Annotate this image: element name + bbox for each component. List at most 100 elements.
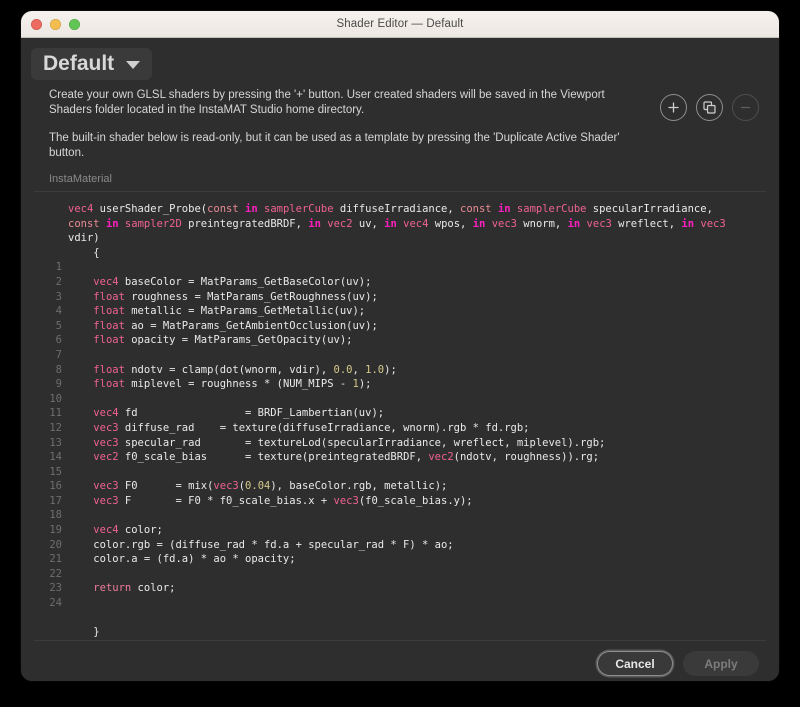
code-token: float [93, 305, 125, 318]
code-token: , [352, 363, 366, 376]
line-number-blank [34, 202, 68, 217]
code-token: in [384, 217, 397, 230]
code-line: } [68, 625, 766, 640]
code-token: vec3 [93, 494, 119, 507]
line-number: 9 [55, 378, 62, 391]
code-token: in [245, 203, 258, 215]
line-number: 16 [49, 480, 62, 493]
code-token: specular_rad = textureLod(specularIrradi… [118, 436, 606, 449]
description-row: Create your own GLSL shaders by pressing… [21, 80, 779, 161]
line-number: 4 [55, 305, 62, 318]
code-token: 0.04 [245, 480, 271, 493]
code-line: vec4 userShader_Probe(const in samplerCu… [68, 202, 766, 217]
code-line: color.rgb = (diffuse_rad * fd.a + specul… [68, 538, 766, 553]
line-number: 5 [55, 319, 62, 332]
code-line: { [68, 246, 766, 261]
line-number: 24 [49, 597, 62, 610]
apply-button[interactable]: Apply [683, 651, 759, 677]
code-line: vec3 diffuse_rad = texture(diffuseIrradi… [68, 421, 766, 436]
code-line: float ao = MatParams_GetAmbientOcclusion… [68, 319, 766, 334]
code-line: const in sampler2D preintegratedBRDF, in… [68, 217, 766, 232]
material-subtitle: InstaMaterial [49, 173, 112, 185]
code-token: ); [384, 363, 397, 376]
code-token: metallic = MatParams_GetMetallic(uv); [124, 305, 366, 318]
shader-selector-dropdown[interactable]: Default [31, 48, 153, 80]
shader-toolbar [660, 88, 759, 121]
shader-code-editor[interactable]: 1 2 3 4 5 6 7 8 9 10 11 12 13 14 15 16 17 18 19 20 21 22 23 24 … [34, 191, 766, 641]
dialog-body: Default Create your own GLSL shaders by … [21, 38, 779, 681]
code-token: in [681, 217, 695, 230]
code-token: wpos, [428, 217, 473, 230]
code-token: miplevel = roughness * (NUM_MIPS - [124, 378, 353, 391]
line-number-blank [34, 217, 68, 232]
code-token: color; [118, 524, 163, 537]
code-token: in [472, 217, 486, 230]
line-number: 7 [55, 348, 62, 361]
code-token: ), baseColor.rgb, metallic); [270, 480, 448, 493]
active-shader-name: Default [43, 52, 115, 75]
duplicate-shader-button[interactable] [696, 94, 723, 121]
code-line: vdir) [68, 231, 766, 246]
description-paragraph-2: The built-in shader below is read-only, … [49, 132, 620, 159]
code-token: f0_scale_bias = texture(preintegratedBRD… [118, 451, 429, 464]
code-token: vec3 [700, 217, 726, 230]
code-token: roughness = MatParams_GetRoughness(uv); [124, 290, 378, 303]
shader-editor-window: Shader Editor — Default Default Create y… [21, 11, 779, 681]
line-number: 3 [55, 290, 62, 303]
code-token: color.a = (fd.a) * ao * opacity; [68, 553, 296, 566]
cancel-button[interactable]: Cancel [597, 651, 673, 677]
code-line: vec4 fd = BRDF_Lambertian(uv); [68, 406, 766, 421]
line-number: 2 [55, 275, 62, 288]
code-token: diffuseIrradiance, [333, 203, 460, 215]
code-token: float [93, 363, 125, 376]
code-token: sampler2D [124, 217, 182, 230]
code-token: ao = MatParams_GetAmbientOcclusion(uv); [124, 319, 378, 332]
line-number-blank [34, 625, 68, 640]
code-token: color; [131, 582, 176, 595]
window-titlebar: Shader Editor — Default [21, 11, 779, 38]
duplicate-icon [703, 101, 716, 114]
line-number: 17 [49, 494, 62, 507]
code-token: vec3 [586, 217, 612, 230]
code-token: 1.0 [365, 363, 385, 376]
code-token: float [93, 319, 125, 332]
line-number: 22 [49, 567, 62, 580]
maximize-window-button[interactable] [69, 18, 80, 30]
line-number: 14 [49, 451, 62, 464]
code-line: color.a = (fd.a) * ao * opacity; [68, 552, 766, 567]
line-number: 10 [49, 392, 62, 405]
close-window-button[interactable] [31, 18, 42, 30]
editor-code-content[interactable]: vec4 userShader_Probe(const in samplerCu… [68, 192, 766, 640]
line-number: 8 [55, 363, 62, 376]
line-number-blank [34, 246, 68, 261]
code-line: vec3 F0 = mix(vec3(0.04), baseColor.rgb,… [68, 479, 766, 494]
code-token: vec2 [327, 217, 353, 230]
code-token: preintegratedBRDF, [181, 217, 309, 230]
code-token: in [105, 217, 119, 230]
code-token: in [497, 203, 511, 215]
code-token: vec4 [403, 217, 429, 230]
line-number: 20 [49, 538, 62, 551]
line-number: 11 [49, 407, 62, 420]
minimize-window-button[interactable] [50, 18, 61, 30]
line-number: 19 [49, 524, 62, 537]
code-token: fd = BRDF_Lambertian(uv); [118, 407, 385, 420]
code-token: uv, [352, 217, 385, 230]
code-token: in [567, 217, 581, 230]
line-number: 1 [55, 261, 62, 274]
add-shader-button[interactable] [660, 94, 687, 121]
code-token: 0.0 [333, 363, 353, 376]
code-token: vec3 [213, 480, 239, 493]
description-block: Create your own GLSL shaders by pressing… [49, 88, 648, 161]
chevron-down-icon [126, 60, 141, 69]
